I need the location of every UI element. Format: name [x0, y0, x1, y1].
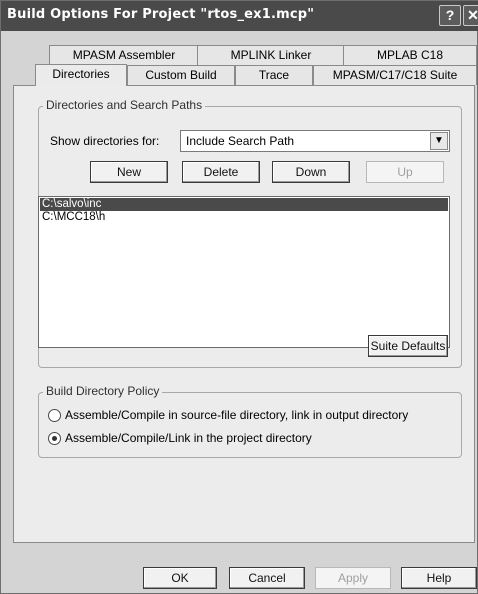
tab-mpasm-assembler[interactable]: MPASM Assembler	[49, 45, 199, 65]
policy-option-project-dir[interactable]: Assemble/Compile/Link in the project dir…	[48, 429, 312, 447]
title-bar[interactable]: Build Options For Project "rtos_ex1.mcp"…	[1, 1, 478, 31]
build-options-dialog: Build Options For Project "rtos_ex1.mcp"…	[0, 0, 478, 594]
close-title-button[interactable]: ✕	[463, 5, 478, 26]
ok-button[interactable]: OK	[143, 567, 217, 589]
select-value: Include Search Path	[186, 134, 295, 148]
help-icon: ?	[445, 7, 455, 23]
tab-mplink-linker[interactable]: MPLINK Linker	[197, 45, 345, 65]
tab-trace[interactable]: Trace	[235, 65, 313, 85]
radio-button[interactable]	[48, 408, 61, 422]
directories-panel: Directories and Search Paths Show direct…	[13, 85, 475, 543]
policy-group-legend: Build Directory Policy	[43, 384, 163, 398]
chevron-down-icon[interactable]: ▼	[430, 132, 448, 150]
tab-custom-build[interactable]: Custom Build	[127, 65, 235, 85]
radio-label: Assemble/Compile/Link in the project dir…	[65, 431, 312, 445]
show-directories-label: Show directories for:	[50, 134, 160, 148]
show-directories-select[interactable]: Include Search Path ▼	[180, 130, 450, 152]
policy-option-source-dir[interactable]: Assemble/Compile in source-file director…	[48, 406, 408, 424]
apply-button[interactable]: Apply	[315, 567, 391, 589]
suite-defaults-button[interactable]: Suite Defaults	[368, 335, 448, 357]
close-icon: ✕	[467, 7, 478, 23]
help-button[interactable]: Help	[401, 567, 477, 589]
cancel-button[interactable]: Cancel	[229, 567, 305, 589]
delete-button[interactable]: Delete	[182, 161, 260, 183]
directory-list[interactable]: C:\salvo\inc C:\MCC18\h	[38, 196, 450, 348]
tab-mpasm-c17-c18-suite[interactable]: MPASM/C17/C18 Suite	[313, 65, 477, 85]
radio-label: Assemble/Compile in source-file director…	[65, 408, 409, 422]
policy-groupbox	[38, 392, 462, 458]
list-item[interactable]: C:\salvo\inc	[40, 198, 448, 211]
up-button[interactable]: Up	[366, 161, 444, 183]
radio-button-checked[interactable]	[48, 431, 61, 445]
help-title-button[interactable]: ?	[439, 5, 461, 26]
down-button[interactable]: Down	[272, 161, 350, 183]
window-title: Build Options For Project "rtos_ex1.mcp"	[7, 7, 315, 22]
list-item[interactable]: C:\MCC18\h	[40, 211, 448, 224]
tab-directories[interactable]: Directories	[35, 64, 127, 86]
new-button[interactable]: New	[90, 161, 168, 183]
tab-mplab-c18[interactable]: MPLAB C18	[343, 45, 477, 65]
directories-group-legend: Directories and Search Paths	[43, 98, 206, 112]
